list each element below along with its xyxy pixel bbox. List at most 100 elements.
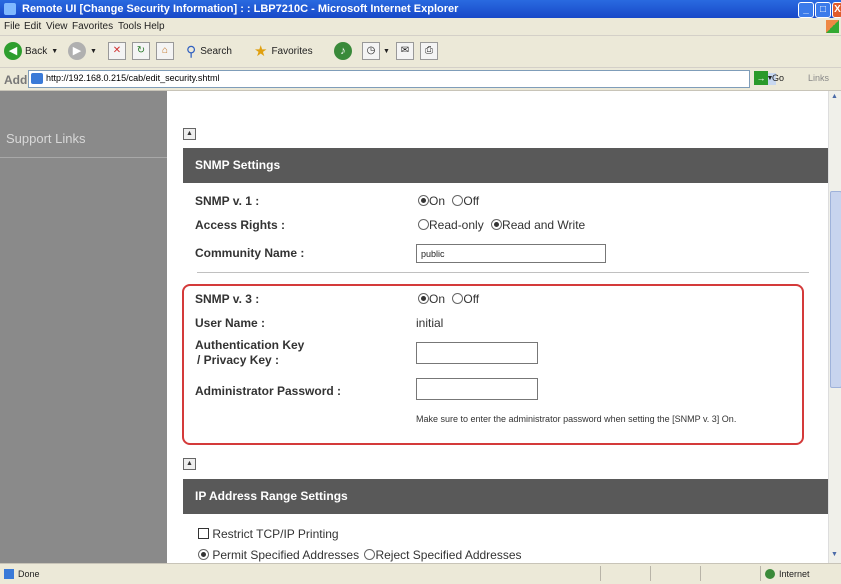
permit-addresses-label[interactable]: Permit Specified Addresses xyxy=(212,548,359,562)
reject-addresses-radio[interactable] xyxy=(364,549,376,560)
sidebar-divider xyxy=(0,157,167,158)
main-content: ▲ SNMP Settings SNMP v. 1 : On Off Acces… xyxy=(167,91,828,563)
snmp-settings-header: SNMP Settings xyxy=(183,148,828,183)
snmp-v3-on-label[interactable]: On xyxy=(429,292,445,306)
page-icon xyxy=(31,73,43,84)
section-divider xyxy=(197,272,809,273)
menu-bar: File Edit View Favorites Tools Help xyxy=(0,18,841,36)
user-name-label: User Name : xyxy=(195,316,266,330)
address-input[interactable]: http://192.168.0.215/cab/edit_security.s… xyxy=(28,70,776,88)
snmp-v3-options: On Off xyxy=(418,292,479,306)
star-icon: ★ xyxy=(254,43,268,60)
read-write-label[interactable]: Read and Write xyxy=(502,218,585,232)
snmp-v3-on-radio[interactable] xyxy=(418,293,429,304)
chevron-down-icon: ▼ xyxy=(383,47,390,55)
scroll-top-icon[interactable]: ▲ xyxy=(183,458,196,470)
scroll-up-icon[interactable]: ▲ xyxy=(831,93,838,100)
admin-password-label: Administrator Password : xyxy=(195,384,342,398)
go-button[interactable]: Go xyxy=(772,73,784,83)
snmp-v1-on-label[interactable]: On xyxy=(429,194,445,208)
auth-key-label-line2: / Privacy Key : xyxy=(197,353,280,367)
snmp-v3-note: Make sure to enter the administrator pas… xyxy=(416,414,737,424)
stop-icon: ✕ xyxy=(108,42,126,60)
close-button[interactable]: X xyxy=(832,2,841,18)
snmp-v1-off-label[interactable]: Off xyxy=(463,194,479,208)
browser-toolbar: ◀ Back ▼ ▶ ▼ ✕ ↻ ⌂ ⚲ Search ★ Favorites … xyxy=(0,36,841,68)
address-bar: Address http://192.168.0.215/cab/edit_se… xyxy=(0,68,841,91)
ip-range-header: IP Address Range Settings xyxy=(183,479,828,514)
forward-arrow-icon: ▶ xyxy=(68,42,86,60)
mail-icon: ✉ xyxy=(396,42,414,60)
menu-help[interactable]: Help xyxy=(144,18,165,35)
status-bar: Done Internet xyxy=(0,563,841,584)
restrict-tcpip-checkbox[interactable] xyxy=(198,528,209,539)
zone-label: Internet xyxy=(779,569,810,579)
snmp-v1-options: On Off xyxy=(418,194,479,208)
scrollbar-thumb[interactable] xyxy=(830,191,841,388)
menu-edit[interactable]: Edit xyxy=(24,18,41,35)
read-only-label[interactable]: Read-only xyxy=(429,218,484,232)
status-divider xyxy=(760,566,761,581)
status-divider xyxy=(600,566,601,581)
search-button[interactable]: ⚲ Search xyxy=(186,41,232,61)
snmp-v3-off-label[interactable]: Off xyxy=(463,292,479,306)
favorites-button[interactable]: ★ Favorites xyxy=(254,41,313,61)
favorites-label: Favorites xyxy=(271,45,313,57)
minimize-button[interactable]: _ xyxy=(798,2,814,18)
internet-zone-icon xyxy=(765,569,775,579)
page-done-icon xyxy=(4,569,14,579)
maximize-button[interactable]: □ xyxy=(815,2,831,18)
menu-file[interactable]: File xyxy=(4,18,20,35)
community-name-input[interactable]: public xyxy=(416,244,606,263)
reject-addresses-label[interactable]: Reject Specified Addresses xyxy=(375,548,521,562)
restrict-tcpip-label[interactable]: Restrict TCP/IP Printing xyxy=(212,527,338,541)
scroll-down-icon[interactable]: ▼ xyxy=(831,551,838,558)
sidebar: Support Links xyxy=(0,91,167,563)
status-text: Done xyxy=(18,569,40,579)
forward-button[interactable]: ▶ ▼ xyxy=(68,41,97,61)
admin-password-input[interactable] xyxy=(416,378,538,400)
refresh-button[interactable]: ↻ xyxy=(132,41,150,61)
read-write-radio[interactable] xyxy=(491,219,503,230)
status-divider xyxy=(700,566,701,581)
mail-button[interactable]: ✉ xyxy=(396,41,414,61)
ie-icon xyxy=(4,3,16,15)
print-button[interactable]: ⎙ xyxy=(420,41,438,61)
back-button[interactable]: ◀ Back ▼ xyxy=(4,41,58,61)
chevron-down-icon: ▼ xyxy=(90,47,97,55)
back-arrow-icon: ◀ xyxy=(4,42,22,60)
go-arrow-icon[interactable]: → xyxy=(754,71,768,85)
refresh-icon: ↻ xyxy=(132,42,150,60)
snmp-v3-label: SNMP v. 3 : xyxy=(195,292,260,306)
read-only-radio[interactable] xyxy=(418,219,429,230)
user-name-value: initial xyxy=(416,316,444,330)
access-rights-label: Access Rights : xyxy=(195,218,286,232)
menu-tools[interactable]: Tools xyxy=(118,18,141,35)
home-icon: ⌂ xyxy=(156,42,174,60)
links-button[interactable]: Links xyxy=(808,73,829,83)
menu-favorites[interactable]: Favorites xyxy=(72,18,113,35)
restrict-tcpip-option: Restrict TCP/IP Printing xyxy=(198,527,339,541)
media-icon: ♪ xyxy=(334,42,352,60)
community-name-label: Community Name : xyxy=(195,246,305,260)
vertical-scrollbar[interactable]: ▲ ▼ xyxy=(828,91,841,563)
access-rights-options: Read-only Read and Write xyxy=(418,218,585,232)
address-url: http://192.168.0.215/cab/edit_security.s… xyxy=(46,73,220,83)
auth-key-input[interactable] xyxy=(416,342,538,364)
support-links[interactable]: Support Links xyxy=(6,131,86,146)
search-label: Search xyxy=(200,45,232,57)
stop-button[interactable]: ✕ xyxy=(108,41,126,61)
snmp-v1-on-radio[interactable] xyxy=(418,195,429,206)
back-label: Back xyxy=(25,45,48,57)
search-icon: ⚲ xyxy=(186,42,197,59)
media-button[interactable]: ♪ xyxy=(334,41,352,61)
menu-view[interactable]: View xyxy=(46,18,68,35)
snmp-v1-off-radio[interactable] xyxy=(452,195,464,206)
chevron-down-icon: ▼ xyxy=(51,47,59,55)
home-button[interactable]: ⌂ xyxy=(156,41,174,61)
ip-mode-options: Permit Specified Addresses Reject Specif… xyxy=(198,548,522,562)
permit-addresses-radio[interactable] xyxy=(198,549,209,560)
history-button[interactable]: ◷ ▼ xyxy=(362,41,390,61)
snmp-v3-off-radio[interactable] xyxy=(452,293,464,304)
scroll-top-icon[interactable]: ▲ xyxy=(183,128,196,140)
